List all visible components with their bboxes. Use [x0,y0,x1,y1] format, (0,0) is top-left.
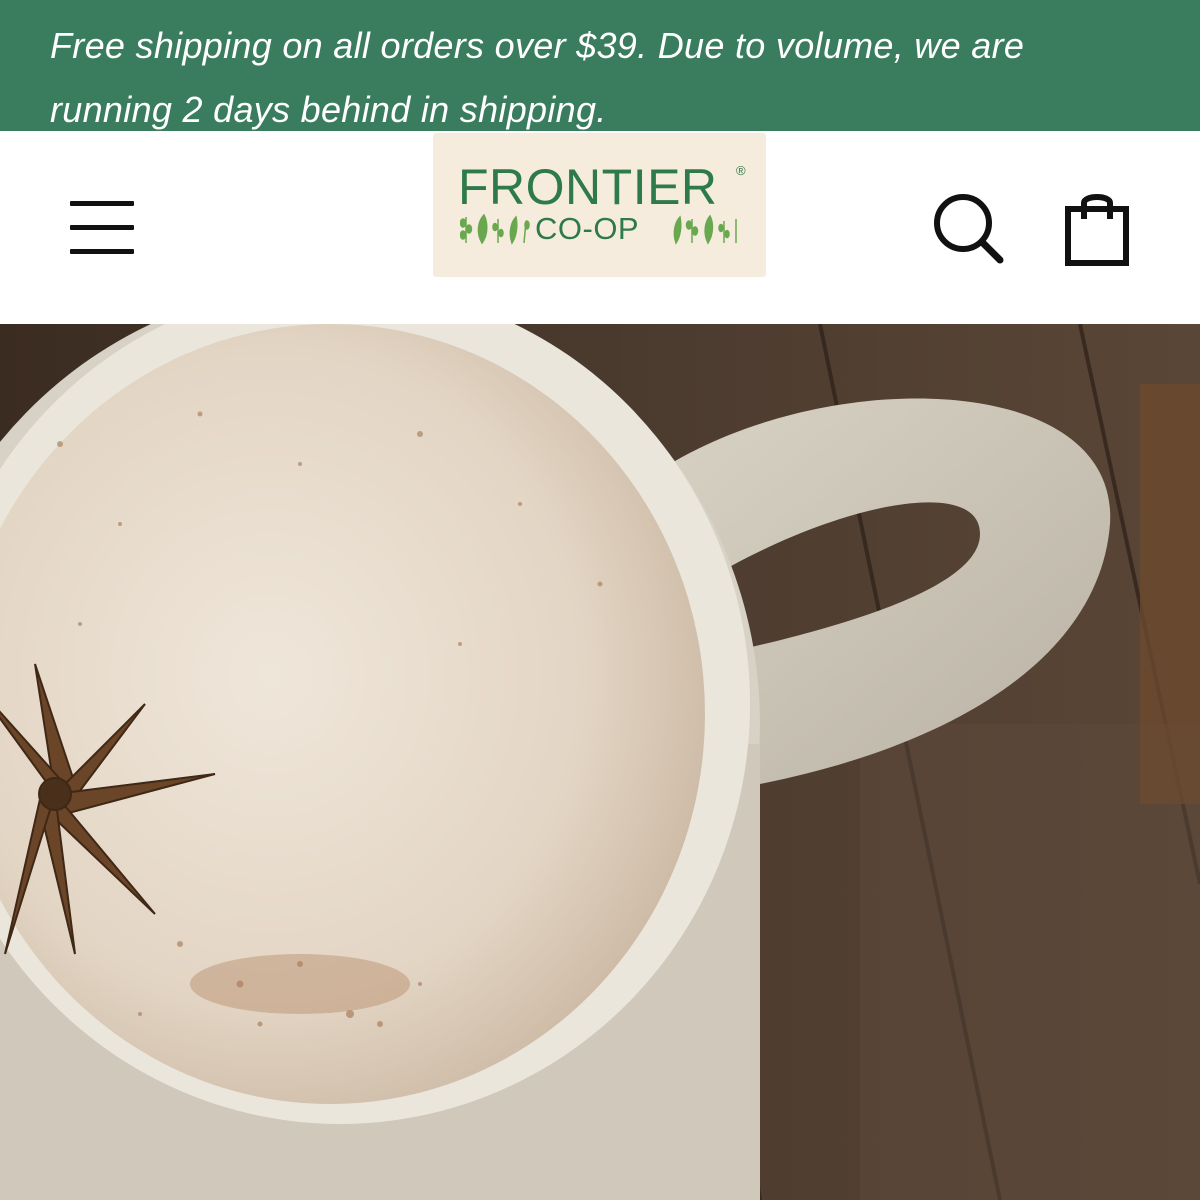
shopping-bag-icon [1065,194,1129,266]
site-header: FRONTIER ® CO-OP [0,131,1200,324]
announcement-line-1: Free shipping on all orders over $39. Du… [50,25,1025,66]
herb-sprigs-left-icon [460,213,530,245]
logo-wordmark: FRONTIER [458,159,718,215]
search-icon [934,194,1004,264]
logo-subtitle: CO-OP [535,211,640,246]
hamburger-menu-icon-bottom [70,249,134,254]
hero-image [0,324,1200,1200]
chai-latte-mug-image [0,324,1200,1200]
announcement-bar: Free shipping on all orders over $39. Du… [0,0,1200,131]
hamburger-menu-icon [70,201,134,206]
menu-button[interactable] [70,198,136,254]
hamburger-menu-icon-middle [70,225,134,230]
search-button[interactable] [933,193,1005,265]
logo-registered-mark: ® [736,163,746,178]
cart-button[interactable] [1064,189,1130,267]
frontier-coop-logo[interactable]: FRONTIER ® CO-OP [433,133,766,277]
herb-sprigs-right-icon [673,214,737,245]
